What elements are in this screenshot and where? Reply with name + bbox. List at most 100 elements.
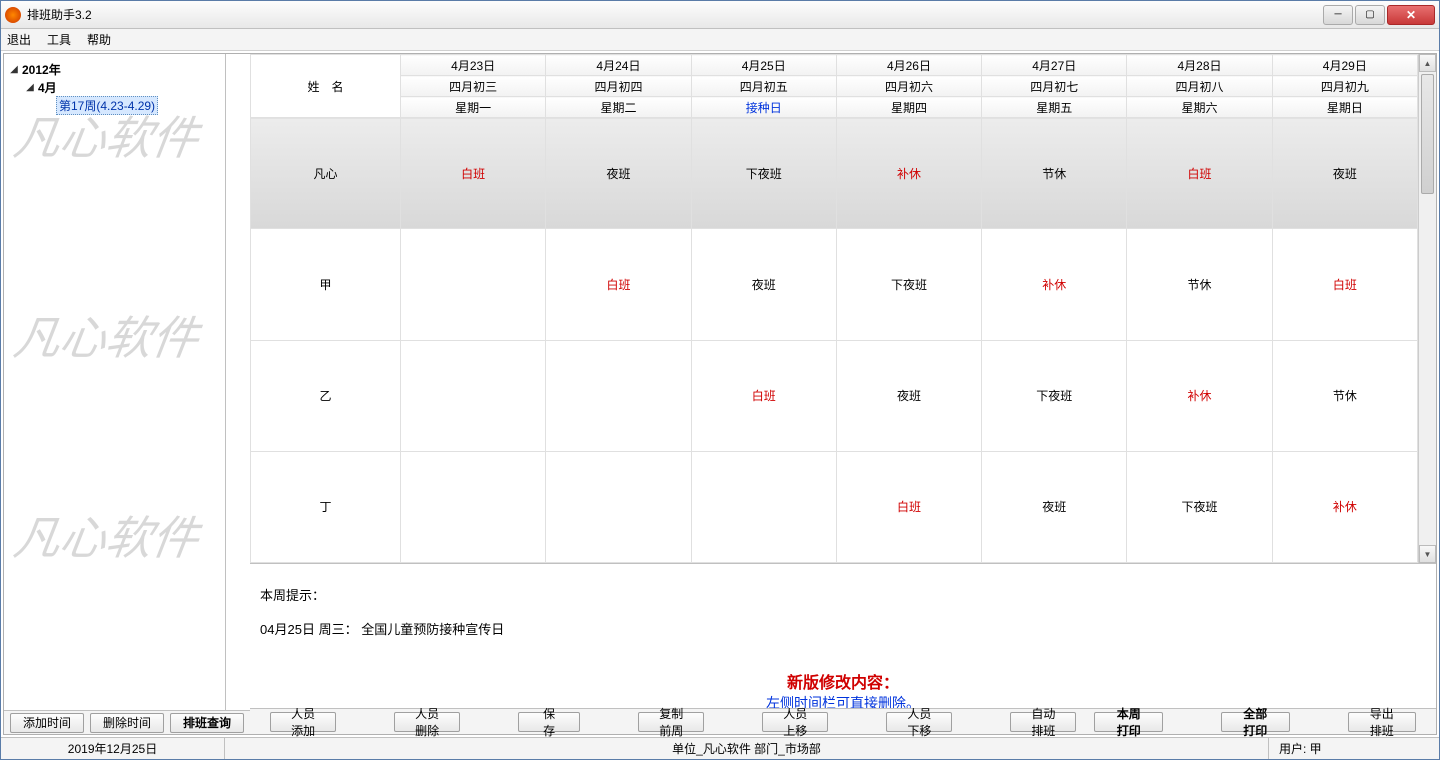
- header-lunar: 四月初六: [836, 76, 981, 97]
- header-weekday: 星期五: [982, 97, 1127, 118]
- save-button[interactable]: 保 存: [518, 712, 580, 732]
- release-notes-title: 新版修改内容：: [260, 669, 1426, 693]
- scroll-down-icon[interactable]: ▼: [1419, 545, 1436, 563]
- maximize-icon: ▢: [1365, 9, 1374, 20]
- cell-shift[interactable]: 白班: [691, 340, 836, 451]
- tree-week[interactable]: 第17周(4.23-4.29): [8, 96, 221, 114]
- collapse-icon[interactable]: ◢: [8, 64, 20, 75]
- cell-shift[interactable]: 夜班: [836, 340, 981, 451]
- cell-shift[interactable]: 夜班: [691, 229, 836, 340]
- sidebar-toolbar: 添加时间 删除时间 排班查询: [4, 710, 250, 734]
- app-icon: [5, 7, 21, 23]
- scroll-up-icon[interactable]: ▲: [1419, 54, 1436, 72]
- table-row[interactable]: 丁 白班夜班下夜班补休: [251, 451, 1418, 562]
- header-weekday: 星期四: [836, 97, 981, 118]
- tree-year[interactable]: ◢ 2012年: [8, 60, 221, 78]
- header-weekday: 星期六: [1127, 97, 1272, 118]
- minimize-button[interactable]: ─: [1323, 5, 1353, 25]
- cell-shift[interactable]: 下夜班: [691, 118, 836, 229]
- header-lunar: 四月初三: [401, 76, 546, 97]
- cell-name[interactable]: 凡心: [251, 118, 401, 229]
- print-week-button[interactable]: 本周打印: [1094, 712, 1163, 732]
- statusbar: 2019年12月25日 单位_凡心软件 部门_市场部 用户: 甲: [1, 737, 1439, 759]
- print-all-button[interactable]: 全部打印: [1221, 712, 1290, 732]
- header-weekday: 接种日: [691, 97, 836, 118]
- header-weekday: 星期日: [1272, 97, 1417, 118]
- sidebar: 凡心软件 凡心软件 凡心软件 ◢ 2012年 ◢ 4月 第17周(4: [4, 54, 226, 710]
- cell-shift[interactable]: 夜班: [1272, 118, 1417, 229]
- cell-shift[interactable]: 补休: [836, 118, 981, 229]
- cell-shift[interactable]: 下夜班: [836, 229, 981, 340]
- header-date[interactable]: 4月26日: [836, 55, 981, 76]
- header-date[interactable]: 4月29日: [1272, 55, 1417, 76]
- cell-shift[interactable]: [401, 229, 546, 340]
- cell-shift[interactable]: 补休: [982, 229, 1127, 340]
- tree-month[interactable]: ◢ 4月: [8, 78, 221, 96]
- header-lunar: 四月初七: [982, 76, 1127, 97]
- header-date[interactable]: 4月27日: [982, 55, 1127, 76]
- cell-shift[interactable]: 白班: [546, 229, 691, 340]
- cell-shift[interactable]: 补休: [1127, 340, 1272, 451]
- scroll-thumb[interactable]: [1421, 74, 1434, 194]
- move-up-button[interactable]: 人员上移: [762, 712, 828, 732]
- close-button[interactable]: ✕: [1387, 5, 1435, 25]
- header-date[interactable]: 4月25日: [691, 55, 836, 76]
- header-date[interactable]: 4月24日: [546, 55, 691, 76]
- cell-shift[interactable]: 白班: [836, 451, 981, 562]
- auto-schedule-button[interactable]: 自动排班: [1010, 712, 1076, 732]
- cell-shift[interactable]: 节休: [1127, 229, 1272, 340]
- watermark-icon: 凡心软件: [10, 514, 218, 565]
- cell-shift[interactable]: 夜班: [982, 451, 1127, 562]
- cell-shift[interactable]: 节休: [982, 118, 1127, 229]
- menu-exit[interactable]: 退出: [7, 31, 31, 48]
- notice-tip-title: 本周提示：: [260, 585, 1426, 604]
- table-row[interactable]: 甲白班夜班下夜班补休节休白班: [251, 229, 1418, 340]
- notice-panel: 本周提示： 04月25日 周三： 全国儿童预防接种宣传日 新版修改内容： 左侧时…: [250, 563, 1436, 708]
- add-person-button[interactable]: 人员添加: [270, 712, 336, 732]
- cell-shift[interactable]: 下夜班: [1127, 451, 1272, 562]
- bottom-toolbar: 人员添加 人员删除 保 存 复制前周 人员上移 人员下移 自动排班 本周打印 全…: [250, 708, 1436, 734]
- header-date[interactable]: 4月28日: [1127, 55, 1272, 76]
- collapse-icon[interactable]: ◢: [24, 82, 36, 93]
- minimize-icon: ─: [1334, 9, 1341, 20]
- schedule-grid[interactable]: 姓 名4月23日4月24日4月25日4月26日4月27日4月28日4月29日四月…: [250, 54, 1418, 563]
- header-weekday: 星期一: [401, 97, 546, 118]
- cell-shift[interactable]: [401, 340, 546, 451]
- cell-name[interactable]: 甲: [251, 229, 401, 340]
- cell-shift[interactable]: 夜班: [546, 118, 691, 229]
- cell-shift[interactable]: [546, 340, 691, 451]
- cell-shift[interactable]: 下夜班: [982, 340, 1127, 451]
- cell-shift[interactable]: 节休: [1272, 340, 1417, 451]
- close-icon: ✕: [1406, 8, 1416, 22]
- vertical-scrollbar[interactable]: ▲ ▼: [1418, 54, 1436, 563]
- table-row[interactable]: 乙 白班夜班下夜班补休节休: [251, 340, 1418, 451]
- main-panel: 姓 名4月23日4月24日4月25日4月26日4月27日4月28日4月29日四月…: [250, 54, 1436, 734]
- cell-shift[interactable]: [691, 451, 836, 562]
- cell-shift[interactable]: [401, 451, 546, 562]
- menu-help[interactable]: 帮助: [87, 31, 111, 48]
- table-row[interactable]: 凡心白班夜班下夜班补休节休白班夜班: [251, 118, 1418, 229]
- cell-shift[interactable]: 补休: [1272, 451, 1417, 562]
- header-date[interactable]: 4月23日: [401, 55, 546, 76]
- schedule-query-button[interactable]: 排班查询: [170, 713, 244, 733]
- delete-person-button[interactable]: 人员删除: [394, 712, 460, 732]
- menu-tools[interactable]: 工具: [47, 31, 71, 48]
- titlebar[interactable]: 排班助手3.2 ─ ▢ ✕: [1, 1, 1439, 29]
- cell-shift[interactable]: 白班: [1127, 118, 1272, 229]
- move-down-button[interactable]: 人员下移: [886, 712, 952, 732]
- cell-name[interactable]: 丁: [251, 451, 401, 562]
- header-lunar: 四月初四: [546, 76, 691, 97]
- delete-time-button[interactable]: 删除时间: [90, 713, 164, 733]
- cell-shift[interactable]: [546, 451, 691, 562]
- export-schedule-button[interactable]: 导出排班: [1348, 712, 1417, 732]
- add-time-button[interactable]: 添加时间: [10, 713, 84, 733]
- copy-prev-week-button[interactable]: 复制前周: [638, 712, 704, 732]
- cell-shift[interactable]: 白班: [401, 118, 546, 229]
- cell-name[interactable]: 乙: [251, 340, 401, 451]
- header-name: 姓 名: [251, 55, 401, 118]
- tree-week-label: 第17周(4.23-4.29): [56, 96, 158, 115]
- cell-shift[interactable]: 白班: [1272, 229, 1417, 340]
- watermark-icon: 凡心软件: [10, 114, 218, 165]
- header-weekday: 星期二: [546, 97, 691, 118]
- maximize-button[interactable]: ▢: [1355, 5, 1385, 25]
